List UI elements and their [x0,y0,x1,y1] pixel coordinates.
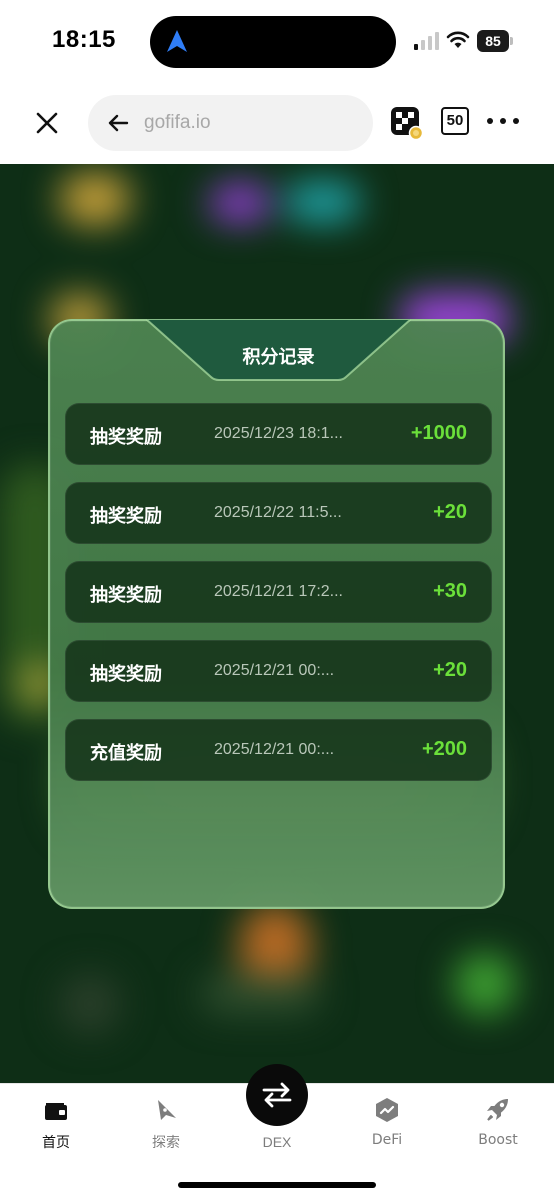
record-row: 抽奖奖励 2025/12/22 11:5... +20 [65,482,492,544]
close-icon[interactable] [32,108,62,138]
record-points: +20 [433,659,467,681]
record-type: 抽奖奖励 [90,427,162,448]
swap-icon [262,1082,292,1108]
nav-item-boost[interactable]: Boost [453,1096,543,1156]
more-dot [500,118,506,124]
cellular-signal-icon [414,32,439,50]
wifi-icon [446,31,470,48]
record-type: 抽奖奖励 [90,664,162,685]
compass-icon [158,1100,176,1120]
navigation-arrow-icon [167,30,187,52]
dynamic-island [150,16,396,68]
nav-label-dex[interactable]: DEX [232,1134,322,1150]
record-row: 抽奖奖励 2025/12/23 18:1... +1000 [65,403,492,465]
tabs-count-button[interactable]: 50 [441,107,469,135]
rocket-icon [487,1099,508,1121]
status-bar: 18:15 85 [0,0,554,84]
more-dot [487,118,493,124]
nav-item-defi[interactable]: DeFi [342,1096,432,1156]
wallet-icon [45,1103,67,1120]
record-time: 2025/12/23 18:1... [214,425,343,442]
record-time: 2025/12/22 11:5... [214,504,342,521]
record-type: 抽奖奖励 [90,506,162,527]
nav-label: 探索 [152,1135,180,1151]
bottom-navigation: 首页 探索 DEX DeFi Boost [0,1064,554,1200]
nav-label: DeFi [371,1132,403,1148]
nav-label: 首页 [42,1135,70,1151]
record-time: 2025/12/21 00:... [214,741,335,758]
battery-icon: 85 [477,30,513,52]
dex-button[interactable] [246,1064,308,1126]
record-row: 充值奖励 2025/12/21 00:... +200 [65,719,492,781]
record-time: 2025/12/21 00:... [214,662,335,679]
defi-icon [376,1098,398,1122]
browser-toolbar: gofifa.io 50 [0,84,554,164]
more-options-icon[interactable] [487,118,519,126]
modal-title: 积分记录 [242,347,315,368]
record-points: +20 [433,501,467,523]
record-row: 抽奖奖励 2025/12/21 17:2... +30 [65,561,492,623]
status-time: 18:15 [52,26,116,53]
url-text[interactable]: gofifa.io [144,112,211,134]
nav-item-home[interactable]: 首页 [11,1096,101,1156]
back-arrow-icon[interactable] [106,111,130,135]
okx-app-icon[interactable] [390,106,424,140]
points-record-modal: 积分记录 抽奖奖励 2025/12/23 18:1... +1000 抽奖奖励 … [48,319,505,909]
record-row: 抽奖奖励 2025/12/21 00:... +20 [65,640,492,702]
more-dot [513,118,519,124]
record-type: 充值奖励 [90,743,162,764]
record-points: +30 [433,580,467,602]
home-indicator [178,1182,376,1188]
nav-item-explore[interactable]: 探索 [121,1096,211,1156]
battery-level: 85 [477,30,509,52]
battery-cap [510,37,513,45]
record-points: +1000 [410,422,467,444]
record-type: 抽奖奖励 [90,585,162,606]
address-bar[interactable]: gofifa.io [88,95,373,151]
record-points: +200 [421,738,467,760]
nav-label: Boost [478,1132,518,1148]
record-time: 2025/12/21 17:2... [214,583,343,600]
